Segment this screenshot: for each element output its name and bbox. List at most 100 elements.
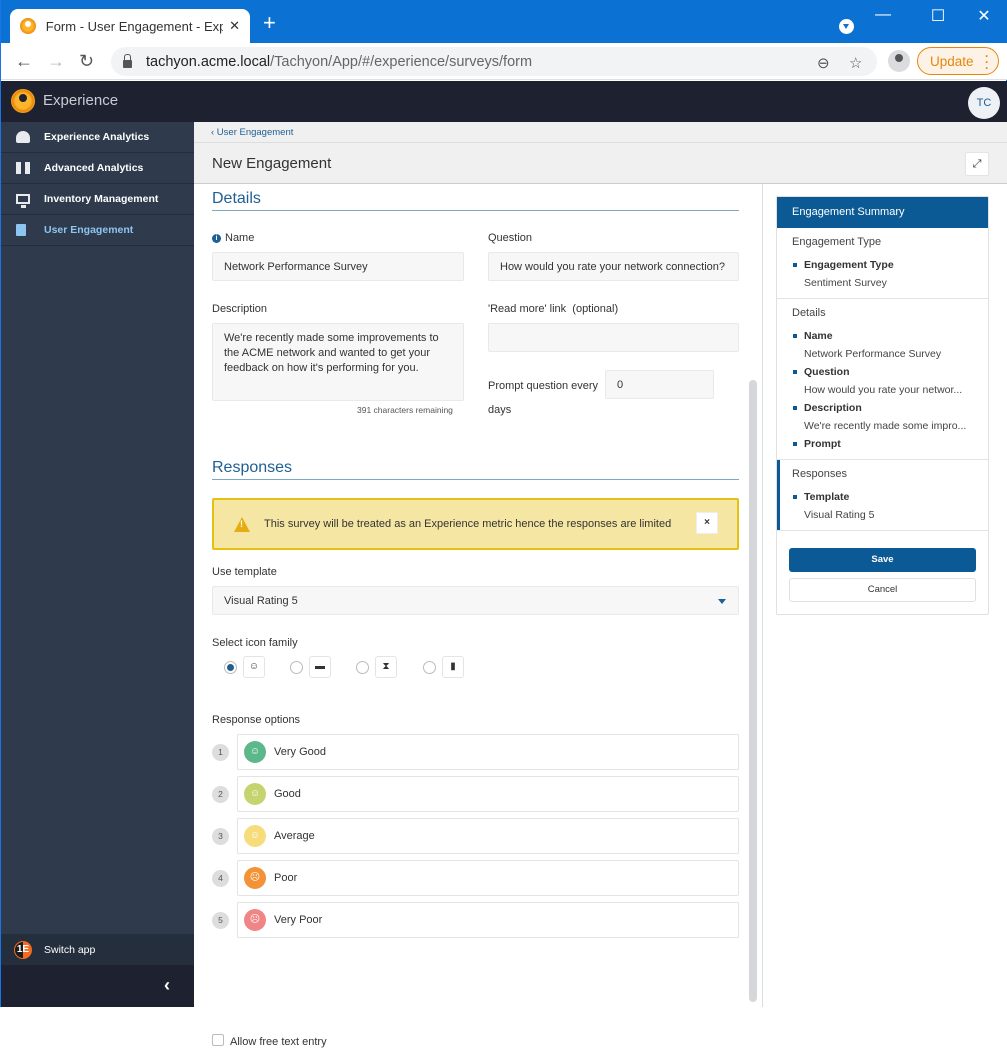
response-option-input[interactable]: ☺ Very Good [237,734,739,770]
sidebar-item-advanced-analytics[interactable]: Advanced Analytics [1,153,194,184]
smiley-icon: ☺ [243,656,265,678]
rating-face-icon: ☹ [244,867,266,889]
tab-search-icon[interactable] [839,19,854,34]
reload-icon[interactable]: ↻ [79,51,94,72]
zoom-out-icon[interactable]: ⊖ [817,54,830,72]
dismiss-warning-button[interactable]: × [696,512,718,534]
lock-icon [123,53,132,68]
save-button[interactable]: Save [789,548,976,572]
response-option-input[interactable]: ☺ Average [237,818,739,854]
engagement-form: Details i Name Network Performance Survey… [212,184,739,1048]
update-button[interactable]: Update · · · [917,47,999,75]
menu-dots-icon: · · · [985,49,989,75]
summary-value: Sentiment Survey [804,277,887,289]
readmore-input[interactable] [488,323,739,352]
switch-app-label: Switch app [44,943,96,956]
switch-app-button[interactable]: 1E Switch app [1,934,194,965]
sidebar-item-experience-analytics[interactable]: Experience Analytics [1,122,194,153]
breadcrumb-link-user-engagement[interactable]: ‹ User Engagement [211,127,293,138]
close-window-button[interactable]: ✕ [969,6,999,26]
cancel-button[interactable]: Cancel [789,578,976,602]
prompt-days-input[interactable]: 0 [605,370,714,399]
description-textarea[interactable]: We're recently made some improvements to… [212,323,464,401]
icon-family-option-battery[interactable]: ▬ [290,656,331,678]
minimize-button[interactable]: — [868,6,898,24]
profile-icon[interactable] [888,50,910,72]
maximize-button[interactable]: ☐ [923,6,953,26]
engagement-summary-panel: Engagement Summary Engagement Type Engage… [776,196,989,615]
icon-family-label: Select icon family [212,637,298,649]
summary-key: Prompt [792,435,974,453]
info-icon[interactable]: i [212,234,221,243]
bookmark-star-icon[interactable]: ☆ [849,54,862,72]
summary-section[interactable]: Responses Template Visual Rating 5 [777,460,988,531]
icon-family-option-thermometer[interactable]: ▮ [423,656,464,678]
response-options-label: Response options [212,714,301,726]
prompt-label: Prompt question every [488,380,599,392]
summary-value: Visual Rating 5 [804,509,875,521]
radio-button[interactable] [356,660,369,674]
option-label: Good [274,788,301,800]
radio-button[interactable] [224,660,237,674]
sidebar-item-inventory-management[interactable]: Inventory Management [1,184,194,215]
summary-key: Template [792,488,974,506]
readmore-label: 'Read more' link (optional) [488,303,619,315]
option-label: Very Poor [274,914,323,926]
icon-family-option-hourglass[interactable]: ⧗ [356,656,397,678]
url-text: tachyon.acme.local/Tachyon/App/#/experie… [146,53,533,70]
url-input[interactable]: tachyon.acme.local/Tachyon/App/#/experie… [111,47,877,76]
app-header: Experience [1,81,1007,122]
sidebar: Experience Analytics Advanced Analytics … [1,122,194,1007]
radio-button[interactable] [290,660,303,674]
icon-family-option-smiley[interactable]: ☺ [224,656,265,678]
question-input[interactable]: How would you rate your network connecti… [488,252,739,281]
question-label: Question [488,232,533,244]
browser-window: Form - User Engagement - Experience ✕ + … [0,0,1007,1048]
warning-banner: This survey will be treated as an Experi… [212,498,739,550]
main-content: ‹ User Engagement New Engagement ⤢ Detai… [194,122,1007,1048]
sidebar-item-label: User Engagement [44,224,134,236]
summary-key: Description [792,399,974,417]
caret-down-icon [718,599,726,604]
rating-face-icon: ☺ [244,825,266,847]
radio-button[interactable] [423,660,436,674]
response-option-input[interactable]: ☹ Very Poor [237,902,739,938]
thermometer-icon: ▮ [442,656,464,678]
page-title: New Engagement [212,155,332,172]
prompt-unit: days [488,404,512,416]
sidebar-footer: ‹ [1,965,194,1007]
monitor-icon [16,194,30,208]
response-option-row: 1 ☺ Very Good [212,734,739,770]
rating-face-icon: ☺ [244,783,266,805]
name-label: i Name [212,232,254,244]
expand-icon[interactable]: ⤢ [965,152,989,176]
response-option-row: 4 ☹ Poor [212,860,739,896]
sidebar-item-label: Experience Analytics [44,131,150,143]
chars-remaining: 391 characters remaining [357,405,453,415]
response-option-input[interactable]: ☹ Poor [237,860,739,896]
summary-value: Network Performance Survey [804,348,942,360]
details-heading: Details [212,190,739,211]
forward-icon[interactable]: → [47,51,65,72]
summary-section[interactable]: Details Name Network Performance Survey Que… [777,299,988,460]
new-tab-button[interactable]: + [263,12,276,34]
sidebar-item-user-engagement[interactable]: User Engagement [1,215,194,246]
response-option-row: 5 ☹ Very Poor [212,902,739,938]
browser-tab[interactable]: Form - User Engagement - Experience ✕ [10,9,250,43]
response-option-input[interactable]: ☺ Good [237,776,739,812]
template-select[interactable]: Visual Rating 5 [212,586,739,615]
collapse-sidebar-icon[interactable]: ‹ [164,975,170,996]
sidebar-item-label: Inventory Management [44,193,159,205]
tab-close-icon[interactable]: ✕ [229,18,240,34]
favicon-icon [20,18,36,34]
free-text-checkbox[interactable] [212,1034,224,1046]
name-input[interactable]: Network Performance Survey [212,252,464,281]
form-scrollbar[interactable] [749,380,757,1002]
back-icon[interactable]: ← [15,51,33,72]
user-avatar[interactable]: TC [968,87,1000,119]
summary-section[interactable]: Engagement Type Engagement Type Sentiment … [777,228,988,299]
tab-title: Form - User Engagement - Experience [45,18,224,34]
summary-heading: Engagement Summary [777,197,988,228]
app-name: Experience [43,92,119,109]
option-number: 3 [212,828,229,845]
